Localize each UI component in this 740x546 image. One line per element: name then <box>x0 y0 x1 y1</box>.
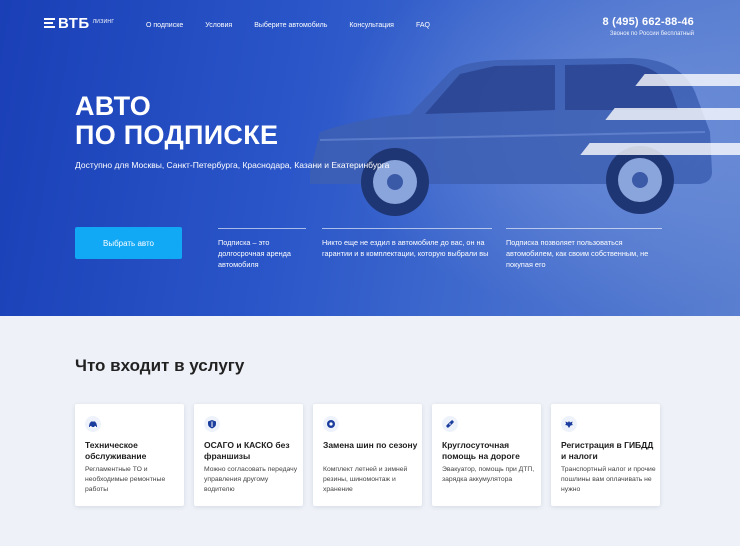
card-text: Эвакуатор, помощь при ДТП, зарядка аккум… <box>442 466 535 483</box>
service-card-tires[interactable]: Замена шин по сезону Комплект летней и з… <box>313 404 422 506</box>
phone-note: Звонок по России бесплатный <box>609 31 694 37</box>
hero-subtitle: Доступно для Москвы, Санкт-Петербурга, К… <box>75 160 390 170</box>
decor-stripe-1 <box>635 74 740 86</box>
fact-divider <box>322 228 492 229</box>
fact-text: Подписка – это долгосрочная аренда автом… <box>218 238 291 269</box>
hero-title: АВТО ПО ПОДПИСКЕ <box>75 92 278 150</box>
card-title: ОСАГО и КАСКО без франшизы <box>204 440 290 461</box>
services-title: Что входит в услугу <box>75 356 245 375</box>
service-card-insurance[interactable]: ОСАГО и КАСКО без франшизы Можно согласо… <box>194 404 303 506</box>
main-nav: О подписке Условия Выберите автомобиль К… <box>146 22 430 29</box>
logo-subtitle: ЛИЗИНГ <box>92 19 115 25</box>
card-title: Замена шин по сезону <box>323 440 418 450</box>
shield-icon <box>204 416 220 432</box>
fact-divider <box>218 228 306 229</box>
choose-car-button[interactable]: Выбрать авто <box>75 227 182 259</box>
tire-icon <box>323 416 339 432</box>
car-image <box>310 58 712 216</box>
decor-stripe-2 <box>605 108 740 120</box>
vtb-logo[interactable]: ВТБ ЛИЗИНГ <box>44 15 114 32</box>
fact-text: Никто еще не ездил в автомобиле до вас, … <box>322 238 489 258</box>
card-text: Транспортный налог и прочие пошлины вам … <box>561 466 656 493</box>
hero-title-line2: ПО ПОДПИСКЕ <box>75 120 279 150</box>
card-text: Можно согласовать передачу управления др… <box>204 466 298 493</box>
fact-divider <box>506 228 662 229</box>
hero-title-line1: АВТО <box>75 91 151 121</box>
card-title: Регистрация в ГИБДД и налоги <box>561 440 654 461</box>
nav-item-choose-car[interactable]: Выберите автомобиль <box>254 22 327 29</box>
nav-item-faq[interactable]: FAQ <box>416 22 430 29</box>
logo-lines-icon <box>44 18 55 28</box>
car-icon <box>85 416 101 432</box>
card-title: Круглосуточная помощь на дороге <box>442 440 520 461</box>
contact-block: 8 (495) 662-88-46 Звонок по России беспл… <box>603 16 694 37</box>
fact-3: Подписка позволяет пользоваться автомоби… <box>506 228 662 270</box>
service-card-registration[interactable]: Регистрация в ГИБДД и налоги Транспортны… <box>551 404 660 506</box>
nav-item-consultation[interactable]: Консультация <box>349 22 394 29</box>
card-text: Комплект летней и зимней резины, шиномон… <box>323 466 408 493</box>
logo-text: ВТБ <box>58 15 90 32</box>
hero-banner: ВТБ ЛИЗИНГ О подписке Условия Выберите а… <box>0 0 740 316</box>
nav-item-subscription[interactable]: О подписке <box>146 22 183 29</box>
nav-item-terms[interactable]: Условия <box>205 22 232 29</box>
emblem-icon <box>561 416 577 432</box>
fact-1: Подписка – это долгосрочная аренда автом… <box>218 228 306 270</box>
fact-text: Подписка позволяет пользоваться автомоби… <box>506 238 649 269</box>
phone-number[interactable]: 8 (495) 662-88-46 <box>603 16 694 28</box>
fact-2: Никто еще не ездил в автомобиле до вас, … <box>322 228 492 259</box>
service-card-roadside[interactable]: Круглосуточная помощь на дороге Эвакуато… <box>432 404 541 506</box>
service-card-maintenance[interactable]: Техническое обслуживание Регламентные ТО… <box>75 404 184 506</box>
decor-stripe-3 <box>580 143 740 155</box>
card-text: Регламентные ТО и необходимые ремонтные … <box>85 466 166 493</box>
bandage-icon <box>442 416 458 432</box>
card-title: Техническое обслуживание <box>85 440 147 461</box>
